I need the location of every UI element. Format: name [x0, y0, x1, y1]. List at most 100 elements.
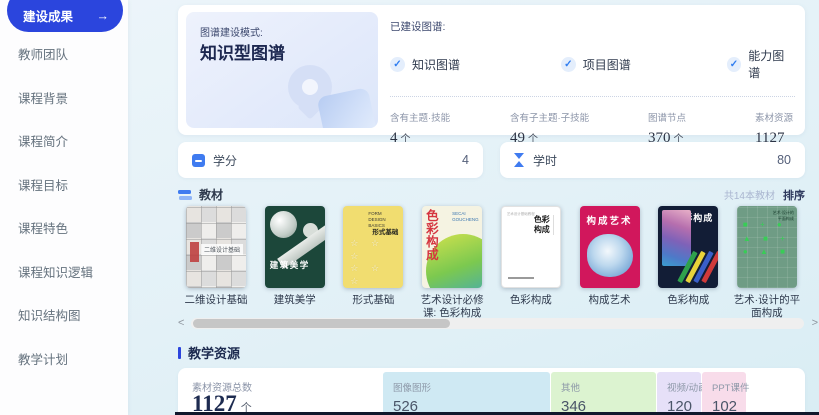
- book-cover-2d-design[interactable]: 二维设计基础: [186, 206, 246, 288]
- resource-label: 其他: [561, 380, 656, 394]
- book-cover-architecture-aesthetics[interactable]: 建筑美学: [265, 206, 325, 288]
- sidebar-item-course-features[interactable]: 课程特色: [0, 206, 128, 250]
- book-cover-form-basics[interactable]: FORM DESIGN BASICS 形式基础 ☆ ☆ ☆ ☆ ☆ ☆ ☆ ☆ …: [343, 206, 403, 288]
- stat-label: 图谱节点: [648, 110, 755, 124]
- sort-button[interactable]: 排序: [783, 187, 805, 203]
- cover-title: 构成艺术: [580, 213, 640, 227]
- book-cover-composition-art[interactable]: 构成艺术: [580, 206, 640, 288]
- textbooks-title: 教材: [199, 186, 223, 203]
- cover-rule: [508, 277, 534, 279]
- textbook-item[interactable]: 建筑美学 建筑美学: [257, 206, 333, 320]
- textbook-item[interactable]: 二维设计基础 二维设计基础: [178, 206, 254, 320]
- cover-title: 二维设计基础: [201, 244, 243, 255]
- textbook-item[interactable]: 色彩构成 SECAI GOUCHENG 艺术设计必修课: 色彩构成: [414, 206, 490, 320]
- credit-value: 4: [462, 153, 469, 167]
- textbook-item[interactable]: ■ + ● ▲ ■ + ● ▲ ■ 艺术·设计的 平面构成 艺术·设计的平面构成: [729, 206, 805, 320]
- book-title: 构成艺术: [589, 294, 631, 307]
- cover-title: 色彩构成: [426, 210, 440, 263]
- resource-block-1: 其他 346: [551, 372, 656, 415]
- resource-label: 视频/动画: [667, 380, 701, 394]
- sidebar-item-course-knowledge-logic[interactable]: 课程知识逻辑: [0, 250, 128, 294]
- checkmark-icon: ✓: [561, 57, 576, 72]
- book-title: 二维设计基础: [185, 294, 248, 307]
- sidebar-item-course-background[interactable]: 课程背景: [0, 76, 128, 120]
- textbooks-count: 共14本教材: [724, 187, 775, 202]
- built-graphs-label: 已建设图谱:: [390, 19, 795, 34]
- carousel-scrollbar: < >: [178, 317, 818, 330]
- scroll-left-arrow[interactable]: <: [178, 317, 184, 330]
- graph-mode-value: 知识型图谱: [200, 39, 285, 64]
- app-screen: 建设成果 → 教师团队 课程背景 课程简介 课程目标 课程特色 课程知识逻辑 知…: [0, 0, 819, 415]
- sidebar-item-course-goals[interactable]: 课程目标: [0, 163, 128, 207]
- checkmark-icon: ✓: [727, 57, 742, 72]
- sidebar-active-label: 建设成果: [23, 6, 73, 25]
- sidebar-item-course-intro[interactable]: 课程简介: [0, 119, 128, 163]
- section-accent-bar: [178, 347, 181, 359]
- scrollbar-track[interactable]: [191, 318, 804, 329]
- sidebar-item-teaching-plan[interactable]: 教学计划: [0, 337, 128, 381]
- book-title: 形式基础: [352, 294, 394, 307]
- book-cover-color-composition-dark[interactable]: 色彩构成: [658, 206, 718, 288]
- cover-title: 建筑美学: [270, 259, 310, 271]
- checkbox-knowledge-graph[interactable]: ✓ 知识图谱: [390, 47, 561, 81]
- textbook-item[interactable]: 艺术设计基础教程 色彩构成 色彩构成: [493, 206, 569, 320]
- cover-accent: [190, 242, 199, 262]
- scrollbar-thumb[interactable]: [193, 319, 450, 328]
- book-title: 色彩构成: [667, 294, 709, 307]
- sidebar: 建设成果 → 教师团队 课程背景 课程简介 课程目标 课程特色 课程知识逻辑 知…: [0, 0, 128, 415]
- credit-badge-icon: [192, 154, 205, 167]
- hours-value: 80: [777, 153, 791, 167]
- arrow-right-icon: →: [97, 9, 110, 23]
- cover-pencils: [682, 244, 718, 286]
- resource-block-2: 视频/动画 120: [657, 372, 701, 415]
- resource-label: PPT课件: [712, 380, 746, 394]
- credit-card: 学分 4: [178, 142, 483, 178]
- hourglass-icon: [514, 153, 525, 167]
- teaching-resources-header: 教学资源: [178, 343, 240, 362]
- cover-stars: ☆ ☆ ☆ ☆ ☆ ☆ ☆ ☆ ☆ ☆ ☆ ☆: [350, 237, 403, 288]
- resources-summary-card: 素材资源总数 1127个 图像图形 526 其他 346 视频/动画 120: [178, 368, 805, 415]
- graph-mode-label: 图谱建设模式:: [200, 24, 263, 39]
- stat-label: 含有主题·技能: [390, 110, 510, 124]
- stat-label: 素材资源: [755, 110, 795, 124]
- checkbox-label: 能力图谱: [748, 47, 795, 81]
- checkbox-ability-graph[interactable]: ✓ 能力图谱: [727, 47, 795, 81]
- sidebar-item-teacher-team[interactable]: 教师团队: [0, 32, 128, 76]
- main-content: 图谱建设模式: 知识型图谱 已建设图谱: ✓ 知识图谱 ✓ 项目图谱: [178, 0, 805, 415]
- cover-marble-shape: [587, 234, 633, 277]
- book-cover-color-composition-course[interactable]: 色彩构成 SECAI GOUCHENG: [422, 206, 482, 288]
- credit-label: 学分: [213, 152, 237, 169]
- credit-hours-row: 学分 4 学时 80: [178, 142, 805, 178]
- graph-checkbox-row: ✓ 知识图谱 ✓ 项目图谱 ✓ 能力图谱: [390, 47, 795, 81]
- sidebar-item-construction-results[interactable]: 建设成果 →: [7, 0, 123, 32]
- hours-card: 学时 80: [500, 142, 805, 178]
- textbook-item[interactable]: 色彩构成 色彩构成: [650, 206, 726, 320]
- textbook-item[interactable]: 构成艺术 构成艺术: [572, 206, 648, 320]
- textbooks-header-right: 共14本教材 排序: [724, 187, 805, 203]
- cover-symbols: ■ + ● ▲ ■ + ● ▲ ■: [743, 218, 790, 259]
- checkbox-label: 知识图谱: [412, 56, 460, 73]
- cover-title: 色彩构成: [534, 215, 554, 235]
- textbook-item[interactable]: FORM DESIGN BASICS 形式基础 ☆ ☆ ☆ ☆ ☆ ☆ ☆ ☆ …: [335, 206, 411, 320]
- resource-category-blocks: 图像图形 526 其他 346 视频/动画 120 PPT课件 102: [383, 372, 746, 415]
- book-stack-icon: [178, 189, 192, 201]
- book-title: 色彩构成: [510, 294, 552, 307]
- graph-summary-card: 图谱建设模式: 知识型图谱 已建设图谱: ✓ 知识图谱 ✓ 项目图谱: [178, 5, 805, 135]
- checkbox-label: 项目图谱: [583, 56, 631, 73]
- hours-label: 学时: [533, 152, 557, 169]
- teaching-resources-title: 教学资源: [188, 343, 240, 362]
- resource-label: 图像图形: [393, 380, 550, 394]
- textbooks-header: 教材 共14本教材 排序: [178, 186, 805, 203]
- book-cover-color-composition-white[interactable]: 艺术设计基础教程 色彩构成: [501, 206, 561, 288]
- textbook-carousel: 二维设计基础 二维设计基础 建筑美学 建筑美学 FORM DESIGN BASI…: [178, 206, 805, 320]
- checkbox-project-graph[interactable]: ✓ 项目图谱: [561, 47, 727, 81]
- checkmark-icon: ✓: [390, 57, 405, 72]
- sidebar-menu: 教师团队 课程背景 课程简介 课程目标 课程特色 课程知识逻辑 知识结构图 教学…: [0, 32, 128, 380]
- cover-title: 艺术·设计的 平面构成: [773, 210, 794, 222]
- scroll-right-arrow[interactable]: >: [812, 317, 818, 330]
- book-title: 建筑美学: [274, 294, 316, 307]
- stat-label: 含有子主题·子技能: [510, 110, 648, 124]
- book-cover-plane-composition[interactable]: ■ + ● ▲ ■ + ● ▲ ■ 艺术·设计的 平面构成: [737, 206, 797, 288]
- sidebar-item-knowledge-structure[interactable]: 知识结构图: [0, 293, 128, 337]
- cover-subtitle: 艺术设计基础教程: [507, 212, 535, 217]
